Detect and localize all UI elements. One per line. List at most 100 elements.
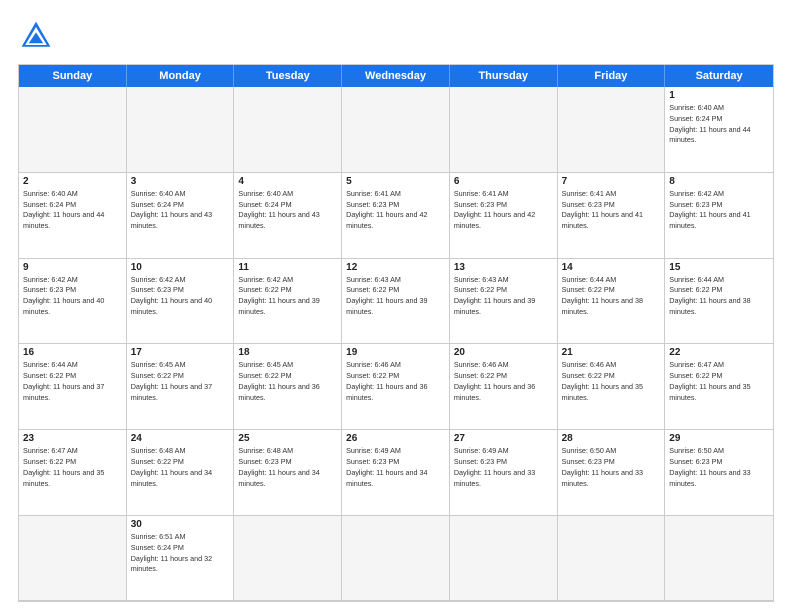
day-number: 21 [562, 347, 661, 358]
cell-empty [19, 87, 127, 173]
cell-day-1: 1 Sunrise: 6:40 AMSunset: 6:24 PMDaylight… [665, 87, 773, 173]
cell-info: Sunrise: 6:42 AMSunset: 6:23 PMDaylight:… [669, 189, 769, 232]
day-number: 19 [346, 347, 445, 358]
day-number: 16 [23, 347, 122, 358]
cell-info: Sunrise: 6:45 AMSunset: 6:22 PMDaylight:… [131, 360, 230, 403]
cell-empty [127, 87, 235, 173]
cell-day-29: 29 Sunrise: 6:50 AMSunset: 6:23 PMDayligh… [665, 430, 773, 516]
cell-day-15: 15 Sunrise: 6:44 AMSunset: 6:22 PMDayligh… [665, 259, 773, 345]
cell-day-5: 5 Sunrise: 6:41 AMSunset: 6:23 PMDaylight… [342, 173, 450, 259]
day-number: 5 [346, 176, 445, 187]
day-number: 7 [562, 176, 661, 187]
day-header-tuesday: Tuesday [234, 65, 342, 87]
cell-day-25: 25 Sunrise: 6:48 AMSunset: 6:23 PMDayligh… [234, 430, 342, 516]
day-header-saturday: Saturday [665, 65, 773, 87]
day-number: 23 [23, 433, 122, 444]
cell-day-28: 28 Sunrise: 6:50 AMSunset: 6:23 PMDayligh… [558, 430, 666, 516]
cell-info: Sunrise: 6:40 AMSunset: 6:24 PMDaylight:… [23, 189, 122, 232]
calendar: SundayMondayTuesdayWednesdayThursdayFrid… [18, 64, 774, 602]
cell-day-26: 26 Sunrise: 6:49 AMSunset: 6:23 PMDayligh… [342, 430, 450, 516]
cell-info: Sunrise: 6:40 AMSunset: 6:24 PMDaylight:… [131, 189, 230, 232]
cell-info: Sunrise: 6:49 AMSunset: 6:23 PMDaylight:… [346, 446, 445, 489]
cell-info: Sunrise: 6:44 AMSunset: 6:22 PMDaylight:… [669, 275, 769, 318]
cell-day-6: 6 Sunrise: 6:41 AMSunset: 6:23 PMDaylight… [450, 173, 558, 259]
day-header-thursday: Thursday [450, 65, 558, 87]
header [18, 18, 774, 54]
cell-empty [665, 516, 773, 601]
day-number: 15 [669, 262, 769, 273]
cell-day-12: 12 Sunrise: 6:43 AMSunset: 6:22 PMDayligh… [342, 259, 450, 345]
page: SundayMondayTuesdayWednesdayThursdayFrid… [0, 0, 792, 612]
day-number: 2 [23, 176, 122, 187]
cell-day-2: 2 Sunrise: 6:40 AMSunset: 6:24 PMDaylight… [19, 173, 127, 259]
cell-info: Sunrise: 6:46 AMSunset: 6:22 PMDaylight:… [562, 360, 661, 403]
day-number: 9 [23, 262, 122, 273]
day-number: 27 [454, 433, 553, 444]
cell-day-17: 17 Sunrise: 6:45 AMSunset: 6:22 PMDayligh… [127, 344, 235, 430]
cell-day-21: 21 Sunrise: 6:46 AMSunset: 6:22 PMDayligh… [558, 344, 666, 430]
cell-empty [19, 516, 127, 601]
cell-day-23: 23 Sunrise: 6:47 AMSunset: 6:22 PMDayligh… [19, 430, 127, 516]
cell-empty [558, 516, 666, 601]
cell-day-4: 4Sunrise: 6:40 AMSunset: 6:24 PMDaylight… [234, 173, 342, 259]
day-number: 4 [238, 176, 337, 187]
cell-day-20: 20Sunrise: 6:46 AMSunset: 6:22 PMDayligh… [450, 344, 558, 430]
cell-day-9: 9 Sunrise: 6:42 AMSunset: 6:23 PMDaylight… [19, 259, 127, 345]
cell-info: Sunrise: 6:50 AMSunset: 6:23 PMDaylight:… [669, 446, 769, 489]
cell-empty [234, 87, 342, 173]
day-number: 8 [669, 176, 769, 187]
day-number: 1 [669, 90, 769, 101]
day-number: 26 [346, 433, 445, 444]
cell-empty [450, 87, 558, 173]
day-number: 12 [346, 262, 445, 273]
day-number: 29 [669, 433, 769, 444]
day-number: 6 [454, 176, 553, 187]
day-header-friday: Friday [558, 65, 666, 87]
cell-info: Sunrise: 6:42 AMSunset: 6:23 PMDaylight:… [23, 275, 122, 318]
cell-day-11: 11Sunrise: 6:42 AMSunset: 6:22 PMDayligh… [234, 259, 342, 345]
day-number: 14 [562, 262, 661, 273]
day-number: 28 [562, 433, 661, 444]
cell-day-14: 14 Sunrise: 6:44 AMSunset: 6:22 PMDayligh… [558, 259, 666, 345]
day-headers: SundayMondayTuesdayWednesdayThursdayFrid… [19, 65, 773, 87]
cell-info: Sunrise: 6:41 AMSunset: 6:23 PMDaylight:… [454, 189, 553, 232]
cell-info: Sunrise: 6:48 AMSunset: 6:23 PMDaylight:… [238, 446, 337, 489]
day-number: 25 [238, 433, 337, 444]
day-number: 10 [131, 262, 230, 273]
cell-day-27: 27 Sunrise: 6:49 AMSunset: 6:23 PMDayligh… [450, 430, 558, 516]
cell-info: Sunrise: 6:45 AMSunset: 6:22 PMDaylight:… [238, 360, 337, 403]
cell-info: Sunrise: 6:41 AMSunset: 6:23 PMDaylight:… [346, 189, 445, 232]
cell-info: Sunrise: 6:44 AMSunset: 6:22 PMDaylight:… [562, 275, 661, 318]
cell-info: Sunrise: 6:48 AMSunset: 6:22 PMDaylight:… [131, 446, 230, 489]
cell-day-19: 19 Sunrise: 6:46 AMSunset: 6:22 PMDayligh… [342, 344, 450, 430]
day-header-sunday: Sunday [19, 65, 127, 87]
cell-day-30: 30 Sunrise: 6:51 AMSunset: 6:24 PMDayligh… [127, 516, 235, 601]
logo-icon [18, 18, 54, 54]
cell-day-24: 24Sunrise: 6:48 AMSunset: 6:22 PMDayligh… [127, 430, 235, 516]
day-number: 11 [238, 262, 337, 273]
cell-info: Sunrise: 6:50 AMSunset: 6:23 PMDaylight:… [562, 446, 661, 489]
cell-info: Sunrise: 6:42 AMSunset: 6:23 PMDaylight:… [131, 275, 230, 318]
logo [18, 18, 60, 54]
cell-empty [342, 516, 450, 601]
cell-day-7: 7Sunrise: 6:41 AMSunset: 6:23 PMDaylight… [558, 173, 666, 259]
cell-day-22: 22Sunrise: 6:47 AMSunset: 6:22 PMDayligh… [665, 344, 773, 430]
cell-info: Sunrise: 6:46 AMSunset: 6:22 PMDaylight:… [346, 360, 445, 403]
cell-info: Sunrise: 6:47 AMSunset: 6:22 PMDaylight:… [23, 446, 122, 489]
cell-info: Sunrise: 6:44 AMSunset: 6:22 PMDaylight:… [23, 360, 122, 403]
cell-info: Sunrise: 6:51 AMSunset: 6:24 PMDaylight:… [131, 532, 230, 575]
day-number: 17 [131, 347, 230, 358]
cell-info: Sunrise: 6:47 AMSunset: 6:22 PMDaylight:… [669, 360, 769, 403]
day-header-monday: Monday [127, 65, 235, 87]
day-header-wednesday: Wednesday [342, 65, 450, 87]
cell-day-13: 13Sunrise: 6:43 AMSunset: 6:22 PMDayligh… [450, 259, 558, 345]
cell-day-10: 10 Sunrise: 6:42 AMSunset: 6:23 PMDayligh… [127, 259, 235, 345]
cell-day-16: 16 Sunrise: 6:44 AMSunset: 6:22 PMDayligh… [19, 344, 127, 430]
cell-info: Sunrise: 6:46 AMSunset: 6:22 PMDaylight:… [454, 360, 553, 403]
cell-info: Sunrise: 6:43 AMSunset: 6:22 PMDaylight:… [346, 275, 445, 318]
cell-info: Sunrise: 6:49 AMSunset: 6:23 PMDaylight:… [454, 446, 553, 489]
day-number: 3 [131, 176, 230, 187]
day-number: 30 [131, 519, 230, 530]
day-number: 13 [454, 262, 553, 273]
cell-info: Sunrise: 6:40 AMSunset: 6:24 PMDaylight:… [669, 103, 769, 146]
